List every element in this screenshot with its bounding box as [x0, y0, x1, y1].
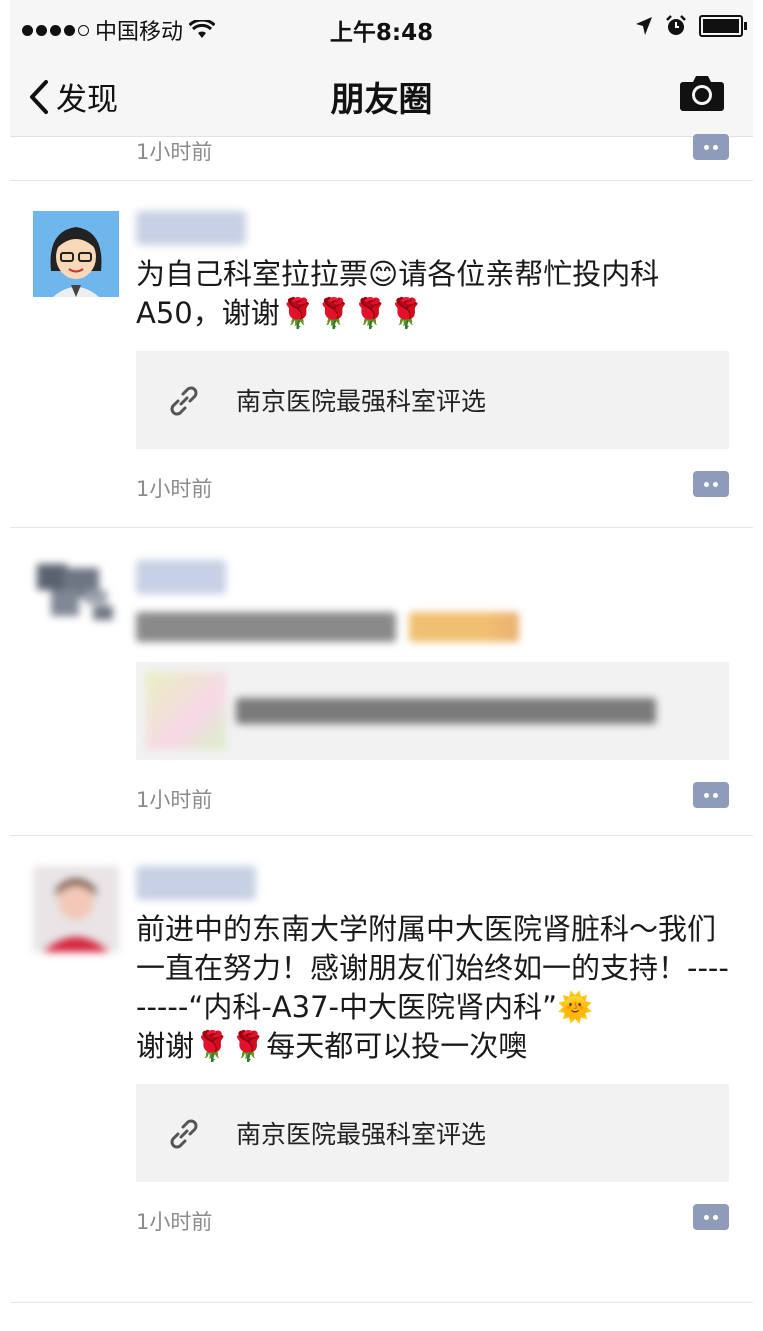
post-text: [136, 612, 396, 642]
post-time: 1小时前: [136, 140, 213, 164]
phone-screen: 中国移动 上午8:48 发现 朋友圈 1小时前 为自己科室拉拉票😊请各位亲帮忙投…: [10, 0, 753, 1331]
navigation-bar: 发现 朋友圈: [10, 56, 753, 137]
post: 为自己科室拉拉票😊请各位亲帮忙投内科A50，谢谢🌹🌹🌹🌹 南京医院最强科室评选 …: [10, 181, 753, 528]
link-thumbnail: [146, 672, 226, 750]
link-card[interactable]: [136, 662, 729, 760]
link-card[interactable]: 南京医院最强科室评选: [136, 351, 729, 449]
post: 前进中的东南大学附属中大医院肾脏科～我们一直在努力！感谢朋友们始终如一的支持！-…: [10, 836, 753, 1303]
link-title: [236, 698, 656, 724]
author-name[interactable]: [136, 866, 256, 900]
location-arrow-icon: [636, 17, 652, 35]
avatar[interactable]: [33, 560, 119, 646]
page-title: 朋友圈: [330, 80, 433, 120]
photo-avatar-icon: [33, 866, 119, 952]
post: 1小时前: [10, 528, 753, 836]
post-text: 前进中的东南大学附属中大医院肾脏科～我们一直在努力！感谢朋友们始终如一的支持！-…: [136, 912, 729, 1063]
link-title: 南京医院最强科室评选: [236, 387, 487, 416]
moments-feed[interactable]: 1小时前 为自己科室拉拉票😊请各位亲帮忙投内科A50，谢谢🌹🌹🌹🌹 南京医院最强…: [10, 134, 753, 1303]
author-name[interactable]: [136, 211, 246, 245]
avatar[interactable]: [33, 866, 119, 952]
link-card[interactable]: 南京医院最强科室评选: [136, 1084, 729, 1182]
camera-button[interactable]: [679, 74, 725, 116]
post-text: 为自己科室拉拉票😊请各位亲帮忙投内科A50，谢谢🌹🌹🌹🌹: [136, 257, 660, 330]
link-title: 南京医院最强科室评选: [236, 1120, 487, 1149]
comment-button[interactable]: [693, 471, 729, 497]
battery-icon: [699, 15, 747, 37]
alarm-icon: [666, 15, 686, 35]
link-icon: [170, 386, 198, 416]
emoji-icons: [409, 612, 520, 642]
status-bar: 中国移动 上午8:48: [10, 0, 753, 56]
link-icon: [170, 1119, 198, 1149]
blurred-avatar-icon: [33, 560, 119, 646]
post-time: 1小时前: [136, 788, 213, 812]
post-partial: 1小时前: [10, 134, 753, 181]
comment-button[interactable]: [693, 782, 729, 808]
avatar[interactable]: [33, 211, 119, 297]
camera-icon: [680, 76, 724, 111]
author-name[interactable]: [136, 560, 226, 594]
cartoon-avatar-icon: [33, 211, 119, 297]
post-time: 1小时前: [136, 1210, 213, 1234]
post-time: 1小时前: [136, 477, 213, 501]
status-icons: [635, 15, 747, 37]
comment-button[interactable]: [693, 134, 729, 160]
comment-button[interactable]: [693, 1204, 729, 1230]
